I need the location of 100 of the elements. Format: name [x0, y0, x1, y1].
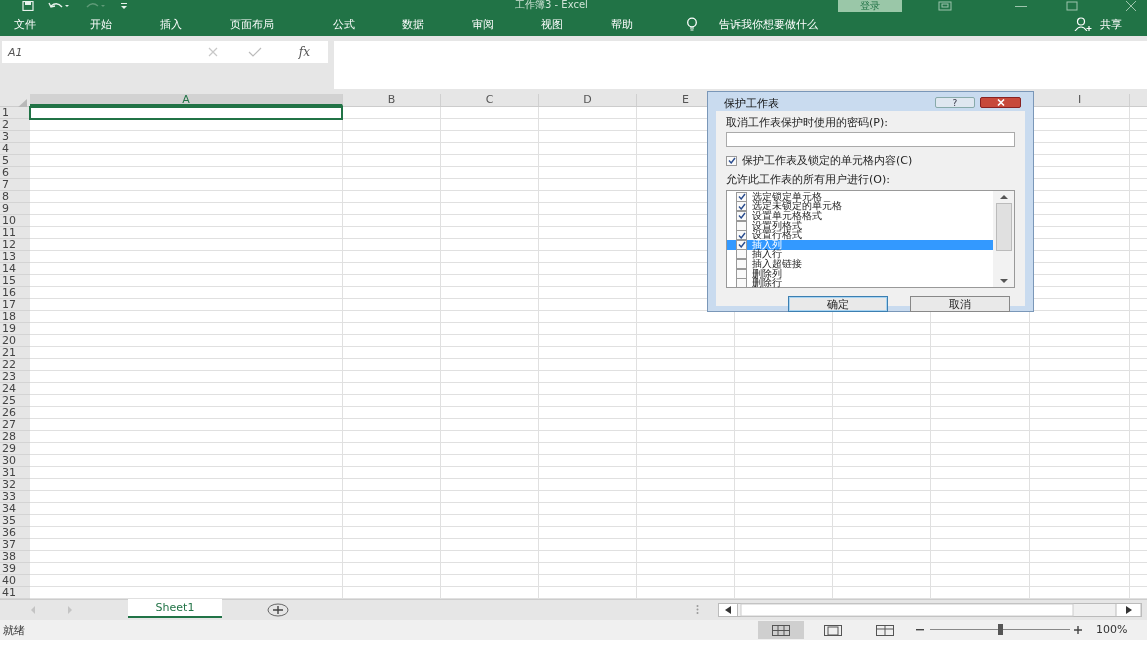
- zoom-slider-thumb[interactable]: [998, 624, 1003, 635]
- permission-item[interactable]: 插入超链接: [727, 259, 993, 269]
- checkbox[interactable]: [736, 220, 747, 231]
- row-header[interactable]: 22: [0, 359, 30, 371]
- formula-field[interactable]: [334, 41, 1147, 89]
- ribbon-tab[interactable]: 数据: [402, 16, 424, 32]
- row-header[interactable]: 35: [0, 515, 30, 527]
- sheet-tab[interactable]: Sheet1: [128, 599, 222, 618]
- undo-icon[interactable]: [48, 1, 70, 11]
- row-header[interactable]: 40: [0, 575, 30, 587]
- permission-item[interactable]: 设置列格式: [727, 220, 993, 231]
- row-header[interactable]: 10: [0, 215, 30, 227]
- checkbox[interactable]: [736, 191, 747, 202]
- row-header[interactable]: 12: [0, 239, 30, 251]
- checkbox[interactable]: [736, 268, 747, 279]
- row-header[interactable]: 8: [0, 191, 30, 203]
- checkbox-label[interactable]: 保护工作表及锁定的单元格内容(C): [742, 153, 913, 168]
- close-icon[interactable]: [1125, 1, 1137, 11]
- column-header[interactable]: A: [30, 94, 343, 106]
- permission-item[interactable]: 删除行: [727, 278, 993, 288]
- scroll-up-icon[interactable]: [1000, 195, 1008, 199]
- selected-cell[interactable]: [29, 106, 343, 120]
- row-header[interactable]: 24: [0, 383, 30, 395]
- checkbox[interactable]: [726, 155, 737, 166]
- checkbox[interactable]: [736, 278, 747, 289]
- permission-item[interactable]: 插入行: [727, 249, 993, 260]
- vertical-scrollbar[interactable]: [993, 191, 1014, 287]
- row-header[interactable]: 5: [0, 155, 30, 167]
- row-header[interactable]: 28: [0, 431, 30, 443]
- password-field[interactable]: [726, 132, 1015, 147]
- share-button[interactable]: 共享: [1100, 16, 1122, 32]
- row-header[interactable]: 4: [0, 143, 30, 155]
- row-header[interactable]: 32: [0, 479, 30, 491]
- view-button[interactable]: [758, 621, 804, 639]
- row-header[interactable]: 14: [0, 263, 30, 275]
- zoom-level[interactable]: 100%: [1096, 623, 1128, 636]
- row-header[interactable]: 16: [0, 287, 30, 299]
- close-button[interactable]: [980, 97, 1021, 108]
- row-header[interactable]: 25: [0, 395, 30, 407]
- name-box[interactable]: A1 fx: [2, 41, 328, 63]
- row-header[interactable]: 26: [0, 407, 30, 419]
- column-header[interactable]: D: [539, 94, 637, 106]
- ok-button[interactable]: 确定: [788, 296, 888, 312]
- ribbon-tab[interactable]: 插入: [160, 16, 182, 32]
- cancel-icon[interactable]: [208, 47, 218, 57]
- row-header[interactable]: 6: [0, 167, 30, 179]
- row-header[interactable]: 3: [0, 131, 30, 143]
- save-icon[interactable]: [22, 1, 34, 11]
- maximize-icon[interactable]: [1066, 1, 1078, 11]
- split-handle-icon[interactable]: [696, 605, 699, 614]
- row-header[interactable]: 2: [0, 119, 30, 131]
- scroll-down-icon[interactable]: [1000, 279, 1008, 283]
- checkbox[interactable]: [736, 258, 747, 269]
- row-header[interactable]: 17: [0, 299, 30, 311]
- help-button[interactable]: ?: [935, 97, 975, 108]
- person-icon[interactable]: [1074, 17, 1092, 31]
- row-header[interactable]: 23: [0, 371, 30, 383]
- row-header[interactable]: 38: [0, 551, 30, 563]
- row-header[interactable]: 41: [0, 587, 30, 599]
- row-header[interactable]: 15: [0, 275, 30, 287]
- checkbox[interactable]: [736, 201, 747, 212]
- check-icon[interactable]: [248, 47, 262, 57]
- row-header[interactable]: 9: [0, 203, 30, 215]
- row-header[interactable]: 39: [0, 563, 30, 575]
- row-header[interactable]: 13: [0, 251, 30, 263]
- column-header[interactable]: B: [343, 94, 441, 106]
- ribbon-tab[interactable]: 开始: [90, 16, 112, 32]
- checkbox[interactable]: [736, 249, 747, 260]
- row-header[interactable]: 27: [0, 419, 30, 431]
- row-header[interactable]: 21: [0, 347, 30, 359]
- ribbon-tab[interactable]: 视图: [541, 16, 563, 32]
- insert-function-button[interactable]: fx: [298, 45, 310, 59]
- row-header[interactable]: 31: [0, 467, 30, 479]
- horizontal-scrollbar[interactable]: [718, 603, 1142, 617]
- row-header[interactable]: 7: [0, 179, 30, 191]
- column-header[interactable]: C: [441, 94, 539, 106]
- ribbon-tab[interactable]: 页面布局: [230, 16, 274, 32]
- ribbon-tab[interactable]: 帮助: [611, 16, 633, 32]
- row-header[interactable]: 18: [0, 311, 30, 323]
- row-header[interactable]: 19: [0, 323, 30, 335]
- row-header[interactable]: 33: [0, 491, 30, 503]
- row-header[interactable]: 34: [0, 503, 30, 515]
- ribbon-tab[interactable]: 审阅: [472, 16, 494, 32]
- row-header[interactable]: 1: [0, 107, 30, 119]
- row-header[interactable]: 29: [0, 443, 30, 455]
- lightbulb-icon[interactable]: [685, 17, 699, 31]
- permission-item[interactable]: 设置单元格格式: [727, 211, 993, 221]
- cancel-button[interactable]: 取消: [910, 296, 1010, 312]
- customize-icon[interactable]: [120, 2, 128, 10]
- row-header[interactable]: 30: [0, 455, 30, 467]
- add-sheet-icon[interactable]: [267, 603, 289, 617]
- row-header[interactable]: 20: [0, 335, 30, 347]
- permission-item[interactable]: 选定未锁定的单元格: [727, 201, 993, 212]
- permission-item[interactable]: 选定锁定单元格: [727, 192, 993, 202]
- row-header[interactable]: 11: [0, 227, 30, 239]
- ribbon-options-icon[interactable]: [938, 1, 952, 11]
- zoom-in-icon[interactable]: [1074, 626, 1082, 634]
- ribbon-tab[interactable]: 文件: [14, 16, 36, 32]
- ribbon-tab[interactable]: 公式: [333, 16, 355, 32]
- tell-me-search[interactable]: 告诉我你想要做什么: [719, 16, 818, 32]
